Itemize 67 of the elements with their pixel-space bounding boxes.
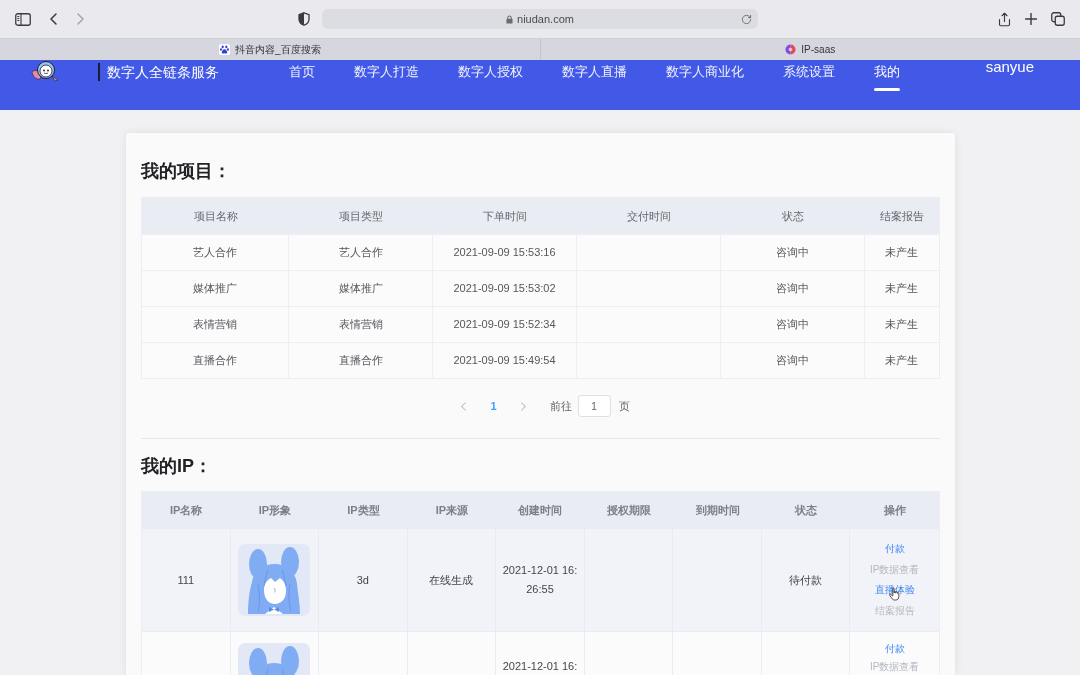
table-cell: 表情营销 [289, 307, 433, 342]
table-cell: 表情营销 [142, 307, 289, 342]
column-header: 结案报告 [879, 208, 924, 224]
column-header: 项目类型 [339, 208, 383, 224]
paw-icon [218, 44, 230, 55]
round-logo-icon [785, 44, 797, 55]
column-header: IP形象 [258, 502, 292, 518]
tabs-icon[interactable] [1051, 12, 1065, 26]
column-header: 授权期限 [607, 502, 652, 518]
page-number[interactable]: 1 [490, 397, 497, 415]
section-title: 我的项目： [141, 160, 232, 183]
browser-tab[interactable]: 抖音内容_百度搜索 [0, 39, 541, 60]
goto-label: 前往 [549, 398, 572, 414]
column-header: IP类型 [347, 502, 380, 518]
table-cell: 咨询中 [721, 343, 865, 378]
nav-tab[interactable]: 系统设置 [783, 63, 835, 81]
table-cell-text: 未产生 [884, 245, 919, 261]
share-icon[interactable] [997, 11, 1012, 27]
brand-title: 数字人全链条服务 [107, 63, 219, 82]
page-input[interactable]: 1 [577, 395, 611, 417]
table-cell-text: 未产生 [884, 353, 919, 369]
column-header: 状态 [795, 502, 818, 518]
plus-icon[interactable] [1025, 13, 1037, 25]
table-cell: 2021-09-09 15:53:02 [433, 271, 577, 306]
table-cell: 2021-09-09 15:52:34 [433, 307, 577, 342]
column-header: 创建时间 [518, 502, 563, 518]
nav-tab[interactable]: 数字人打造 [354, 63, 419, 81]
nav-tab[interactable]: 首页 [289, 63, 315, 81]
column-header: 项目名称 [193, 208, 238, 224]
table-cell: 咨询中 [721, 235, 865, 270]
table-cell: 直播合作 [142, 343, 289, 378]
nav-tab[interactable]: 数字人授权 [458, 63, 523, 81]
nav-tab[interactable]: 数字人直播 [562, 63, 627, 81]
browser-tab[interactable]: IP-saas [540, 39, 1080, 60]
address-field[interactable]: niudan.com [322, 9, 758, 29]
table-cell: 媒体推广 [289, 271, 433, 306]
table-cell: 咨询中 [721, 271, 865, 306]
column-header: 状态 [782, 208, 804, 224]
reload-icon[interactable] [741, 13, 752, 25]
table-cell: 媒体推广 [142, 271, 289, 306]
back-icon[interactable] [50, 13, 57, 25]
nav-tab[interactable]: 我的 [874, 63, 900, 91]
table-cell: 咨询中 [721, 307, 865, 342]
section-title: 我的IP： [141, 455, 213, 478]
action-link[interactable]: 付款 [884, 640, 905, 658]
user-name[interactable]: sanyue [985, 60, 1034, 74]
nav-tab[interactable]: 数字人商业化 [666, 63, 744, 81]
page-unit-label: 页 [618, 398, 630, 414]
lock-icon [506, 14, 514, 24]
table-cell: 2021-09-09 15:53:16 [433, 235, 577, 270]
table-cell: 艺人合作 [289, 235, 433, 270]
table-cell-text: 未产生 [884, 281, 919, 297]
shield-icon[interactable] [298, 12, 310, 26]
column-header: 下单时间 [483, 208, 527, 224]
column-header: 交付时间 [627, 208, 671, 224]
column-header: 到期时间 [695, 502, 740, 518]
mascot-logo[interactable] [30, 60, 60, 82]
column-header: IP名称 [170, 502, 203, 518]
table-cell: 2021-12-01 16: [496, 632, 585, 675]
column-header: IP来源 [435, 502, 469, 518]
sidebar-icon[interactable] [15, 12, 31, 26]
table-cell: 2021-09-09 15:49:54 [433, 343, 577, 378]
action-link[interactable]: 付款 [884, 539, 905, 560]
table-cell-text: 未产生 [884, 317, 919, 333]
table-cell: 艺人合作 [142, 235, 289, 270]
column-header: 操作 [883, 502, 906, 518]
table-cell: 直播合作 [289, 343, 433, 378]
